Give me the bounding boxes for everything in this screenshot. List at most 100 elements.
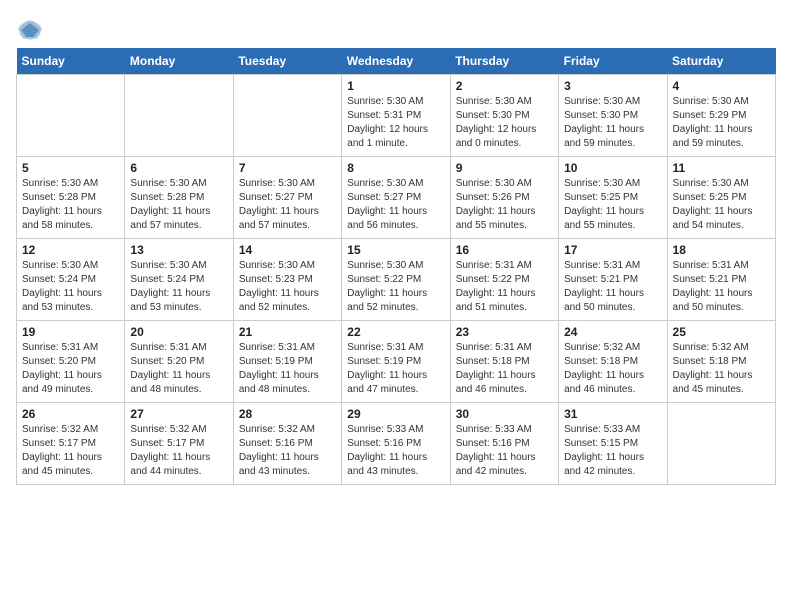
calendar-cell: 17 Sunrise: 5:31 AM Sunset: 5:21 PM Dayli…: [559, 239, 667, 321]
day-number: 25: [673, 325, 770, 339]
calendar-cell: 27 Sunrise: 5:32 AM Sunset: 5:17 PM Dayli…: [125, 403, 233, 485]
calendar-cell: 15 Sunrise: 5:30 AM Sunset: 5:22 PM Dayli…: [342, 239, 450, 321]
calendar-cell: 11Sunrise: 5:30 AM Sunset: 5:25 PM Dayli…: [667, 157, 775, 239]
day-number: 31: [564, 407, 661, 421]
day-info: Sunrise: 5:30 AM Sunset: 5:28 PM Dayligh…: [22, 177, 119, 233]
calendar-cell: 21Sunrise: 5:31 AM Sunset: 5:19 PM Dayli…: [233, 321, 341, 403]
day-number: 27: [130, 407, 227, 421]
calendar-cell: 29 Sunrise: 5:33 AM Sunset: 5:16 PM Dayli…: [342, 403, 450, 485]
calendar-cell: 30 Sunrise: 5:33 AM Sunset: 5:16 PM Dayli…: [450, 403, 558, 485]
day-of-week-header: Thursday: [450, 48, 558, 75]
day-number: 9: [456, 161, 553, 175]
day-info: Sunrise: 5:32 AM Sunset: 5:18 PM Dayligh…: [564, 341, 661, 397]
day-info: Sunrise: 5:32 AM Sunset: 5:17 PM Dayligh…: [130, 423, 227, 479]
day-number: 7: [239, 161, 336, 175]
page-header: [16, 16, 776, 44]
day-of-week-header: Wednesday: [342, 48, 450, 75]
calendar-cell: 6 Sunrise: 5:30 AM Sunset: 5:28 PM Daylig…: [125, 157, 233, 239]
day-info: Sunrise: 5:32 AM Sunset: 5:18 PM Dayligh…: [673, 341, 770, 397]
logo-icon: [16, 16, 44, 44]
day-number: 22: [347, 325, 444, 339]
calendar-cell: 18 Sunrise: 5:31 AM Sunset: 5:21 PM Dayli…: [667, 239, 775, 321]
day-number: 17: [564, 243, 661, 257]
calendar-cell: 5 Sunrise: 5:30 AM Sunset: 5:28 PM Daylig…: [17, 157, 125, 239]
day-info: Sunrise: 5:33 AM Sunset: 5:15 PM Dayligh…: [564, 423, 661, 479]
day-number: 1: [347, 79, 444, 93]
calendar-cell: 20 Sunrise: 5:31 AM Sunset: 5:20 PM Dayli…: [125, 321, 233, 403]
calendar-cell: 14 Sunrise: 5:30 AM Sunset: 5:23 PM Dayli…: [233, 239, 341, 321]
day-info: Sunrise: 5:30 AM Sunset: 5:27 PM Dayligh…: [239, 177, 336, 233]
calendar-cell: [233, 75, 341, 157]
calendar-cell: 10Sunrise: 5:30 AM Sunset: 5:25 PM Dayli…: [559, 157, 667, 239]
calendar-cell: [667, 403, 775, 485]
day-info: Sunrise: 5:31 AM Sunset: 5:18 PM Dayligh…: [456, 341, 553, 397]
day-number: 16: [456, 243, 553, 257]
day-number: 19: [22, 325, 119, 339]
day-info: Sunrise: 5:31 AM Sunset: 5:21 PM Dayligh…: [564, 259, 661, 315]
day-number: 3: [564, 79, 661, 93]
day-info: Sunrise: 5:30 AM Sunset: 5:24 PM Dayligh…: [22, 259, 119, 315]
day-info: Sunrise: 5:33 AM Sunset: 5:16 PM Dayligh…: [347, 423, 444, 479]
calendar-cell: 12 Sunrise: 5:30 AM Sunset: 5:24 PM Dayli…: [17, 239, 125, 321]
day-info: Sunrise: 5:32 AM Sunset: 5:16 PM Dayligh…: [239, 423, 336, 479]
day-number: 28: [239, 407, 336, 421]
day-number: 4: [673, 79, 770, 93]
calendar-cell: 26Sunrise: 5:32 AM Sunset: 5:17 PM Dayli…: [17, 403, 125, 485]
calendar-cell: 28 Sunrise: 5:32 AM Sunset: 5:16 PM Dayli…: [233, 403, 341, 485]
day-info: Sunrise: 5:30 AM Sunset: 5:30 PM Dayligh…: [564, 95, 661, 151]
day-number: 29: [347, 407, 444, 421]
day-info: Sunrise: 5:30 AM Sunset: 5:31 PM Dayligh…: [347, 95, 444, 151]
week-row: 26Sunrise: 5:32 AM Sunset: 5:17 PM Dayli…: [17, 403, 776, 485]
day-number: 8: [347, 161, 444, 175]
day-info: Sunrise: 5:31 AM Sunset: 5:19 PM Dayligh…: [239, 341, 336, 397]
logo: [16, 16, 48, 44]
calendar-cell: 3 Sunrise: 5:30 AM Sunset: 5:30 PM Daylig…: [559, 75, 667, 157]
day-number: 15: [347, 243, 444, 257]
day-info: Sunrise: 5:32 AM Sunset: 5:17 PM Dayligh…: [22, 423, 119, 479]
calendar-cell: 23 Sunrise: 5:31 AM Sunset: 5:18 PM Dayli…: [450, 321, 558, 403]
day-number: 23: [456, 325, 553, 339]
day-info: Sunrise: 5:30 AM Sunset: 5:29 PM Dayligh…: [673, 95, 770, 151]
week-row: 1 Sunrise: 5:30 AM Sunset: 5:31 PM Daylig…: [17, 75, 776, 157]
day-number: 18: [673, 243, 770, 257]
day-info: Sunrise: 5:30 AM Sunset: 5:23 PM Dayligh…: [239, 259, 336, 315]
day-number: 5: [22, 161, 119, 175]
day-of-week-header: Saturday: [667, 48, 775, 75]
calendar-cell: 16 Sunrise: 5:31 AM Sunset: 5:22 PM Dayli…: [450, 239, 558, 321]
calendar-cell: 31 Sunrise: 5:33 AM Sunset: 5:15 PM Dayli…: [559, 403, 667, 485]
calendar-cell: 9 Sunrise: 5:30 AM Sunset: 5:26 PM Daylig…: [450, 157, 558, 239]
day-info: Sunrise: 5:30 AM Sunset: 5:27 PM Dayligh…: [347, 177, 444, 233]
day-info: Sunrise: 5:31 AM Sunset: 5:19 PM Dayligh…: [347, 341, 444, 397]
day-info: Sunrise: 5:31 AM Sunset: 5:21 PM Dayligh…: [673, 259, 770, 315]
calendar-cell: [17, 75, 125, 157]
calendar-cell: 4 Sunrise: 5:30 AM Sunset: 5:29 PM Daylig…: [667, 75, 775, 157]
calendar-cell: 25 Sunrise: 5:32 AM Sunset: 5:18 PM Dayli…: [667, 321, 775, 403]
day-info: Sunrise: 5:30 AM Sunset: 5:28 PM Dayligh…: [130, 177, 227, 233]
calendar-cell: 7 Sunrise: 5:30 AM Sunset: 5:27 PM Daylig…: [233, 157, 341, 239]
day-number: 20: [130, 325, 227, 339]
week-row: 5 Sunrise: 5:30 AM Sunset: 5:28 PM Daylig…: [17, 157, 776, 239]
calendar-cell: 24 Sunrise: 5:32 AM Sunset: 5:18 PM Dayli…: [559, 321, 667, 403]
day-info: Sunrise: 5:31 AM Sunset: 5:20 PM Dayligh…: [130, 341, 227, 397]
day-info: Sunrise: 5:30 AM Sunset: 5:22 PM Dayligh…: [347, 259, 444, 315]
calendar-header-row: SundayMondayTuesdayWednesdayThursdayFrid…: [17, 48, 776, 75]
week-row: 19 Sunrise: 5:31 AM Sunset: 5:20 PM Dayli…: [17, 321, 776, 403]
day-info: Sunrise: 5:30 AM Sunset: 5:26 PM Dayligh…: [456, 177, 553, 233]
calendar-cell: 1 Sunrise: 5:30 AM Sunset: 5:31 PM Daylig…: [342, 75, 450, 157]
day-number: 14: [239, 243, 336, 257]
day-info: Sunrise: 5:31 AM Sunset: 5:20 PM Dayligh…: [22, 341, 119, 397]
calendar-cell: 2Sunrise: 5:30 AM Sunset: 5:30 PM Daylig…: [450, 75, 558, 157]
day-info: Sunrise: 5:33 AM Sunset: 5:16 PM Dayligh…: [456, 423, 553, 479]
day-info: Sunrise: 5:31 AM Sunset: 5:22 PM Dayligh…: [456, 259, 553, 315]
day-number: 6: [130, 161, 227, 175]
week-row: 12 Sunrise: 5:30 AM Sunset: 5:24 PM Dayli…: [17, 239, 776, 321]
day-info: Sunrise: 5:30 AM Sunset: 5:25 PM Dayligh…: [564, 177, 661, 233]
day-number: 2: [456, 79, 553, 93]
day-number: 12: [22, 243, 119, 257]
day-number: 24: [564, 325, 661, 339]
day-info: Sunrise: 5:30 AM Sunset: 5:24 PM Dayligh…: [130, 259, 227, 315]
day-of-week-header: Sunday: [17, 48, 125, 75]
day-of-week-header: Monday: [125, 48, 233, 75]
day-number: 11: [673, 161, 770, 175]
day-number: 30: [456, 407, 553, 421]
